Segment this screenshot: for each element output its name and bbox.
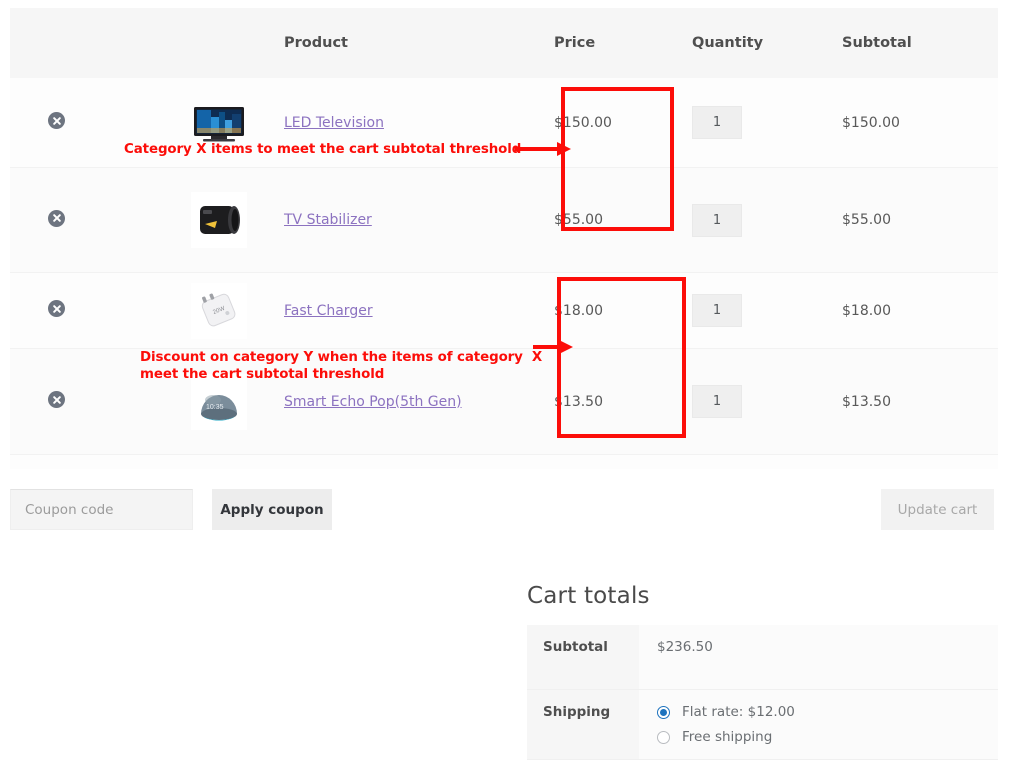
remove-item-icon[interactable] <box>48 391 65 408</box>
shop-cart-table: Product Price Quantity Subtotal LED Tele… <box>10 8 998 469</box>
cell-thumbnail <box>88 167 284 273</box>
cart-actions-cell <box>10 454 998 469</box>
product-link[interactable]: Fast Charger <box>284 303 373 319</box>
totals-shipping-value: Flat rate: $12.00 Free shipping <box>639 689 998 760</box>
cell-price: $55.00 <box>554 167 692 273</box>
shipping-option-free-shipping[interactable]: Free shipping <box>657 729 998 745</box>
cell-price: $18.00 <box>554 272 692 349</box>
cart-table-head: Product Price Quantity Subtotal <box>10 8 998 78</box>
totals-subtotal-label: Subtotal <box>527 625 639 690</box>
cell-product-name: TV Stabilizer <box>284 167 554 273</box>
cell-subtotal: $150.00 <box>842 78 998 168</box>
quantity-input[interactable]: 1 <box>692 294 742 327</box>
quantity-input[interactable]: 1 <box>692 106 742 139</box>
header-quantity: Quantity <box>692 8 842 78</box>
update-cart-button[interactable]: Update cart <box>881 489 994 530</box>
cart-header-row: Product Price Quantity Subtotal <box>10 8 998 78</box>
cart-table-body: LED Television $150.00 1 $150.00 TV Stab… <box>10 78 998 469</box>
apply-coupon-button[interactable]: Apply coupon <box>212 489 332 530</box>
product-link[interactable]: TV Stabilizer <box>284 212 372 228</box>
annotation-label-category-x: Category X items to meet the cart subtot… <box>124 142 522 157</box>
header-product: Product <box>284 8 554 78</box>
cell-thumbnail: 20W <box>88 272 284 349</box>
table-row: 20W Fast Charger $18.00 1 $18.00 <box>10 272 998 349</box>
shipping-option-label: Flat rate: $12.00 <box>682 704 795 720</box>
header-price: Price <box>554 8 692 78</box>
totals-shipping-label: Shipping <box>527 689 639 760</box>
header-thumbnail <box>88 8 284 78</box>
cell-product-name: Fast Charger <box>284 272 554 349</box>
radio-flat-rate-icon[interactable] <box>657 705 670 719</box>
cell-subtotal: $55.00 <box>842 167 998 273</box>
svg-text:10:35: 10:35 <box>206 404 224 411</box>
cell-remove <box>10 167 88 273</box>
cell-price: $13.50 <box>554 348 692 455</box>
radio-free-shipping-icon[interactable] <box>657 730 670 744</box>
header-remove <box>10 8 88 78</box>
cell-quantity: 1 <box>692 348 842 455</box>
quantity-input[interactable]: 1 <box>692 203 742 237</box>
totals-row-shipping: Shipping Flat rate: $12.00 Free shipping <box>527 689 998 760</box>
cell-quantity: 1 <box>692 167 842 273</box>
cell-subtotal: $18.00 <box>842 272 998 349</box>
cell-remove <box>10 348 88 455</box>
cell-price: $150.00 <box>554 78 692 168</box>
remove-item-icon[interactable] <box>48 300 65 317</box>
totals-subtotal-value: $236.50 <box>639 625 998 690</box>
cart-actions-spacer-row <box>10 454 998 469</box>
cart-totals-table: Subtotal $236.50 Shipping Flat rate: $12… <box>527 625 998 760</box>
cart-actions-bar: Apply coupon Update cart <box>10 489 998 530</box>
remove-item-icon[interactable] <box>48 112 65 129</box>
quantity-input[interactable]: 1 <box>692 385 742 418</box>
shipping-option-flat-rate[interactable]: Flat rate: $12.00 <box>657 704 998 720</box>
product-link[interactable]: Smart Echo Pop(5th Gen) <box>284 394 462 410</box>
tv-stabilizer-thumbnail[interactable] <box>191 192 247 248</box>
remove-item-icon[interactable] <box>48 209 65 227</box>
totals-row-subtotal: Subtotal $236.50 <box>527 625 998 690</box>
cell-subtotal: $13.50 <box>842 348 998 455</box>
cell-remove <box>10 272 88 349</box>
cell-quantity: 1 <box>692 78 842 168</box>
table-row: TV Stabilizer $55.00 1 $55.00 <box>10 167 998 273</box>
cart-totals-title: Cart totals <box>527 583 650 609</box>
header-subtotal: Subtotal <box>842 8 998 78</box>
coupon-code-input[interactable] <box>10 489 193 530</box>
cell-quantity: 1 <box>692 272 842 349</box>
cart-totals-section: Cart totals Subtotal $236.50 Shipping Fl… <box>527 583 998 760</box>
cart-table-container: Product Price Quantity Subtotal LED Tele… <box>10 8 998 469</box>
annotation-label-category-y: Discount on category Y when the items of… <box>140 350 543 382</box>
product-link[interactable]: LED Television <box>284 115 384 131</box>
fast-charger-thumbnail[interactable]: 20W <box>191 282 247 339</box>
shipping-option-label: Free shipping <box>682 729 773 745</box>
cell-remove <box>10 78 88 168</box>
